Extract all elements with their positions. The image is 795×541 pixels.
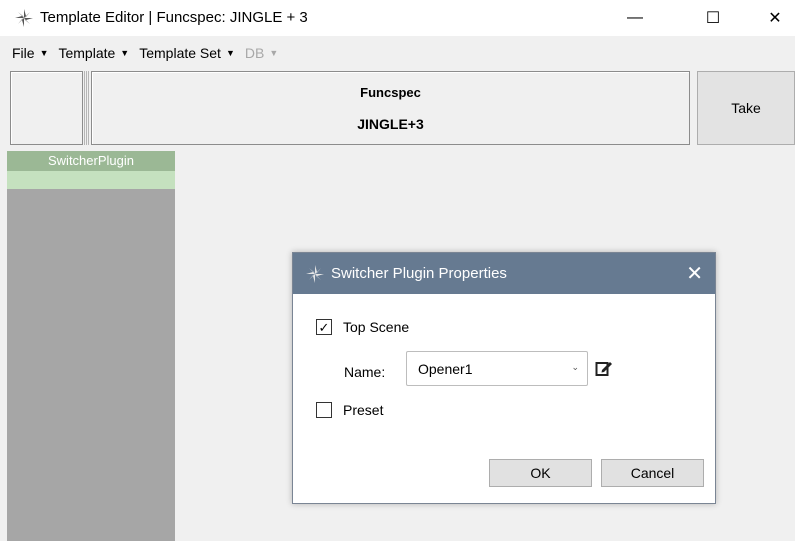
maximize-button[interactable]: ☐ (690, 0, 736, 36)
funcspec-name: JINGLE+3 (357, 116, 424, 132)
dropdown-caret-icon: ▼ (269, 48, 279, 58)
menu-template-label: Template (58, 45, 116, 61)
menu-bar: File ▼ Template ▼ Template Set ▼ DB ▼ (0, 40, 795, 66)
funcspec-title: Funcspec (360, 85, 421, 100)
window-titlebar: Template Editor | Funcspec: JINGLE + 3 —… (0, 0, 795, 36)
edit-icon[interactable] (595, 359, 613, 377)
plugin-column: SwitcherPlugin (7, 151, 175, 541)
menu-file-label: File (12, 45, 35, 61)
preview-box (10, 71, 83, 145)
menu-template-set-label: Template Set (139, 45, 221, 61)
plugin-row[interactable] (7, 171, 175, 189)
preset-checkbox[interactable] (316, 402, 332, 418)
menu-template[interactable]: Template ▼ (58, 45, 129, 61)
menu-template-set[interactable]: Template Set ▼ (139, 45, 235, 61)
app-logo-icon (305, 264, 325, 284)
dialog-title: Switcher Plugin Properties (331, 265, 507, 282)
dialog-close-button[interactable]: ✕ (686, 261, 703, 286)
switcher-plugin-dialog: Switcher Plugin Properties ✕ ✓ Top Scene… (292, 252, 716, 504)
preset-label: Preset (343, 402, 384, 418)
chevron-down-icon: ⌄ (571, 362, 579, 372)
splitter-grip[interactable] (84, 71, 90, 145)
take-button[interactable]: Take (697, 71, 795, 145)
name-label: Name: (344, 364, 386, 380)
plugin-header[interactable]: SwitcherPlugin (7, 151, 175, 171)
cancel-button[interactable]: Cancel (601, 459, 704, 487)
funcspec-panel: Funcspec JINGLE+3 (91, 71, 690, 145)
ok-button[interactable]: OK (489, 459, 592, 487)
app-logo-icon (14, 8, 34, 28)
window-title: Template Editor | Funcspec: JINGLE + 3 (40, 9, 308, 26)
menu-db-label: DB (244, 45, 265, 61)
check-icon: ✓ (318, 319, 330, 335)
dropdown-caret-icon: ▼ (120, 48, 130, 58)
scene-name-select[interactable]: Opener1 ⌄ (406, 351, 588, 386)
dropdown-caret-icon: ▼ (225, 48, 235, 58)
menu-file[interactable]: File ▼ (12, 45, 48, 61)
scene-name-value: Opener1 (418, 361, 473, 377)
dropdown-caret-icon: ▼ (39, 48, 49, 58)
dialog-titlebar: Switcher Plugin Properties ✕ (293, 253, 715, 294)
top-scene-checkbox[interactable]: ✓ (316, 319, 332, 335)
close-button[interactable]: ✕ (752, 0, 795, 36)
menu-db: DB ▼ (245, 45, 278, 61)
minimize-button[interactable]: — (612, 0, 658, 36)
top-scene-label: Top Scene (343, 319, 410, 335)
